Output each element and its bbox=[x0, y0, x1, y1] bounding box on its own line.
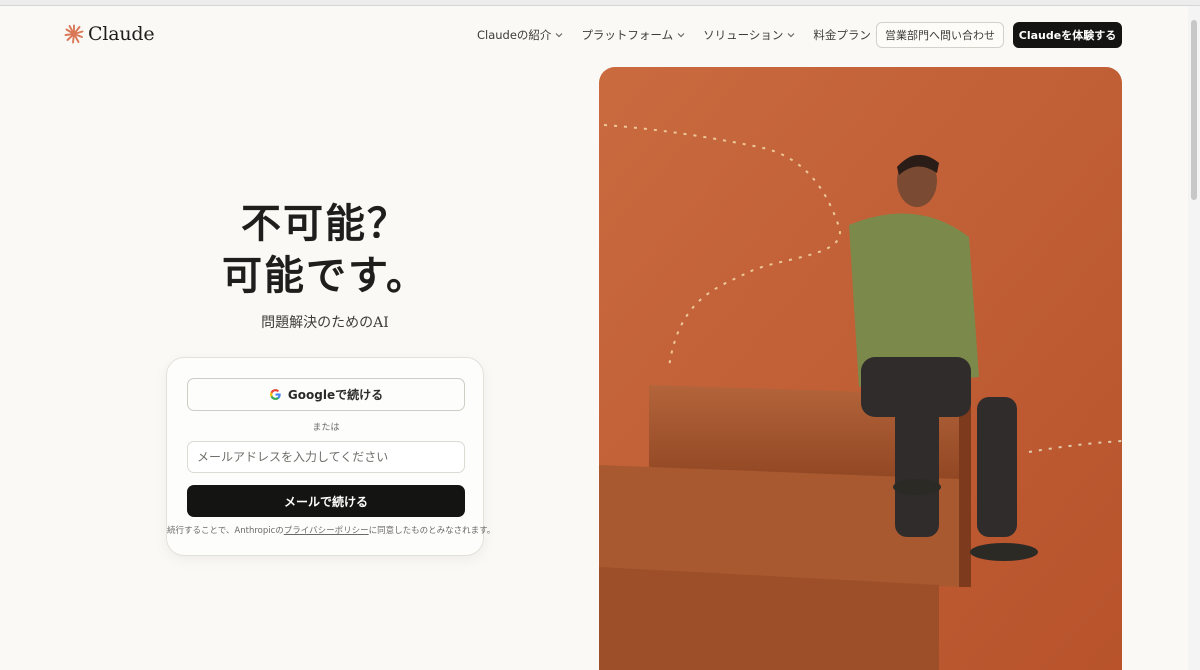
nav-item-pricing[interactable]: 料金プラン bbox=[813, 27, 883, 43]
nav-item-label: ソリューション bbox=[703, 28, 784, 42]
hero-title-line-2: 可能です。 bbox=[222, 252, 428, 299]
nav-item-label: プラットフォーム bbox=[581, 28, 674, 42]
nav-item-platform[interactable]: プラットフォーム bbox=[581, 27, 685, 43]
hero-title: 不可能？ 可能です。 bbox=[160, 198, 490, 302]
chevron-down-icon bbox=[677, 33, 685, 38]
or-divider-text: または bbox=[312, 423, 340, 433]
nav-item-about-claude[interactable]: Claudeの紹介 bbox=[477, 27, 563, 43]
hero-title-line-1: 不可能？ bbox=[241, 200, 409, 247]
nav-item-solutions[interactable]: ソリューション bbox=[703, 27, 795, 43]
contact-sales-button[interactable]: 営業部門へ問い合わせ bbox=[876, 22, 1004, 48]
email-input[interactable] bbox=[187, 441, 465, 473]
hero-illustration bbox=[599, 67, 1122, 670]
continue-with-google-button[interactable]: Googleで続ける bbox=[187, 378, 465, 411]
hero-subtitle: 問題解決のためのAI bbox=[261, 315, 389, 331]
site-header: Claude Claudeの紹介 プラットフォーム ソリューション 料金プラン … bbox=[0, 6, 1188, 62]
google-button-label: Googleで続ける bbox=[287, 388, 384, 402]
hero-photo-illustration bbox=[599, 67, 1122, 670]
legal-prefix: 続行することで、Anthropicの bbox=[167, 526, 284, 536]
privacy-policy-link[interactable]: プライバシーポリシー bbox=[284, 526, 369, 536]
nav-item-label: Claudeの紹介 bbox=[477, 28, 552, 42]
brand-name: Claude bbox=[88, 23, 155, 45]
chevron-down-icon bbox=[556, 33, 563, 38]
main-nav: Claudeの紹介 プラットフォーム ソリューション 料金プラン 学習 bbox=[477, 27, 936, 43]
scrollbar-thumb[interactable] bbox=[1191, 20, 1197, 200]
legal-suffix: に同意したものとみなされます。 bbox=[368, 526, 496, 536]
chevron-down-icon bbox=[788, 33, 795, 38]
legal-notice: 続行することで、Anthropicのプライバシーポリシーに同意したものとみなされ… bbox=[167, 524, 495, 536]
signup-card: Googleで続ける または メールで続ける 続行することで、Anthropic… bbox=[166, 357, 495, 556]
claude-asterisk-icon bbox=[64, 24, 84, 44]
google-g-icon bbox=[269, 389, 281, 400]
brand-logo[interactable]: Claude bbox=[64, 23, 155, 45]
continue-with-email-button[interactable]: メールで続ける bbox=[187, 485, 465, 517]
nav-item-label: 料金プラン bbox=[813, 28, 871, 42]
page-scrollbar[interactable] bbox=[1188, 6, 1200, 670]
try-claude-button[interactable]: Claudeを体験する bbox=[1013, 22, 1122, 48]
